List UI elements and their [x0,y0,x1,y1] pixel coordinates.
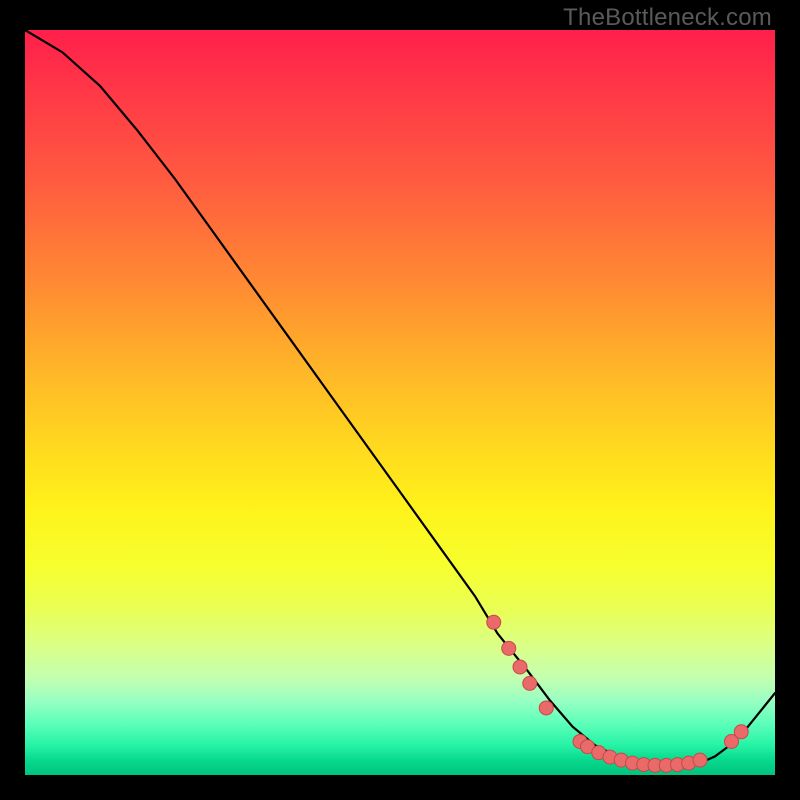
curve-svg [25,30,775,775]
curve-markers [487,615,749,772]
bottleneck-curve [25,30,775,767]
curve-marker [513,660,527,674]
curve-marker [539,701,553,715]
plot-area [25,30,775,775]
chart-frame: TheBottleneck.com [0,0,800,800]
curve-marker [487,615,501,629]
curve-marker [523,676,537,690]
curve-marker [693,753,707,767]
curve-marker [734,725,748,739]
curve-marker [502,641,516,655]
watermark-text: TheBottleneck.com [563,4,772,32]
